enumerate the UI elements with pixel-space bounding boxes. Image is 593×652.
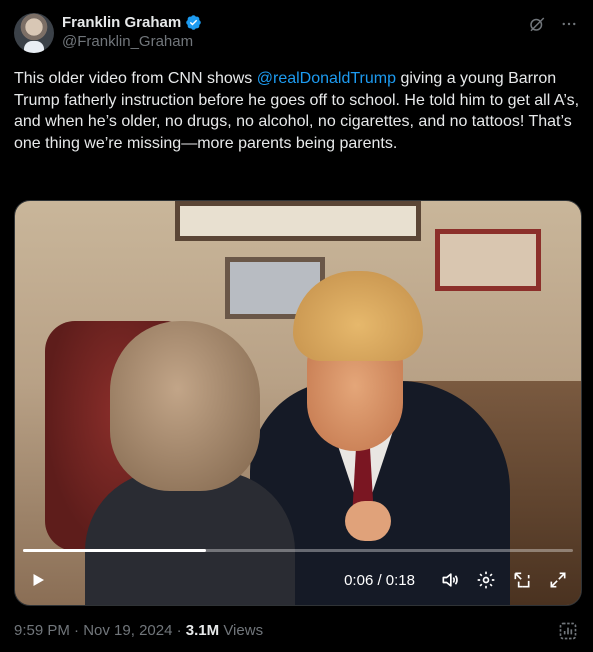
- handle[interactable]: @Franklin_Graham: [62, 33, 202, 50]
- analytics-icon[interactable]: [557, 620, 579, 642]
- tweet-time[interactable]: 9:59 PM: [14, 622, 70, 639]
- video-scrubber[interactable]: [23, 549, 573, 552]
- author-names: Franklin Graham @Franklin_Graham: [62, 14, 202, 50]
- pip-icon[interactable]: [511, 569, 533, 591]
- tweet-header: Franklin Graham @Franklin_Graham: [14, 12, 579, 56]
- tweet-text-before: This older video from CNN shows: [14, 70, 257, 87]
- settings-icon[interactable]: [475, 569, 497, 591]
- tweet-text: This older video from CNN shows @realDon…: [14, 68, 580, 154]
- video-progress-fill: [23, 549, 207, 552]
- verified-badge-icon: [186, 15, 201, 30]
- header-actions: [527, 14, 579, 34]
- tweet-date[interactable]: Nov 19, 2024: [83, 622, 172, 639]
- more-icon[interactable]: [559, 14, 579, 34]
- video-controls: 0:06 / 0:18: [15, 555, 581, 605]
- video-frame: [15, 201, 581, 605]
- views-label: Views: [219, 622, 264, 639]
- display-name[interactable]: Franklin Graham: [62, 14, 181, 31]
- video-player[interactable]: 0:06 / 0:18: [14, 200, 582, 606]
- meta-separator: ·: [69, 622, 84, 639]
- meta-separator: ·: [172, 622, 186, 639]
- mention-link[interactable]: @realDonaldTrump: [257, 70, 396, 87]
- views-count: 3.1M: [185, 622, 220, 639]
- volume-icon[interactable]: [439, 569, 461, 591]
- play-icon[interactable]: [27, 569, 49, 591]
- avatar[interactable]: [14, 13, 54, 53]
- fullscreen-icon[interactable]: [547, 569, 569, 591]
- video-time: 0:06 / 0:18: [344, 571, 415, 589]
- grok-icon[interactable]: [527, 14, 547, 34]
- tweet-meta: 9:59 PM · Nov 19, 2024 · 3.1M Views: [14, 622, 263, 639]
